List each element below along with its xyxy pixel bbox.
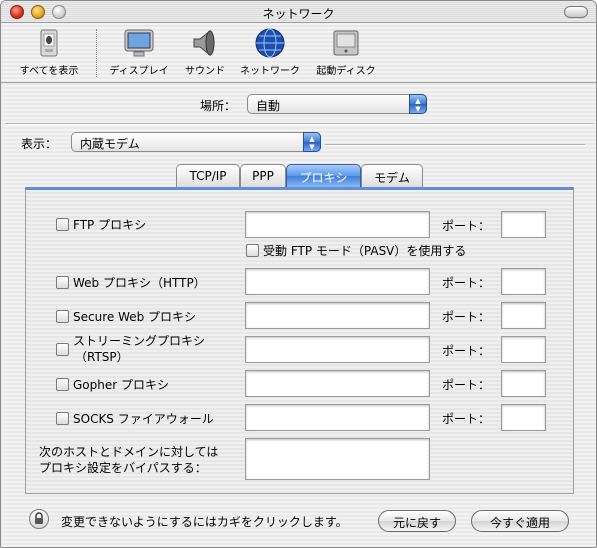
tab-modem[interactable]: モデム (361, 164, 423, 187)
port-label: ポート： (442, 310, 491, 324)
tab-proxies[interactable]: プロキシ (286, 164, 361, 187)
passive-ftp-label: 受動 FTP モード（PASV）を使用する (263, 244, 467, 258)
toolbar-toggle-button[interactable] (564, 6, 588, 18)
streaming-proxy-label-line1: ストリーミングプロキシ (73, 334, 206, 348)
lock-hint-text: 変更できないようにするにはカギをクリックします。 (61, 515, 348, 529)
secure-web-proxy-label: Secure Web プロキシ (73, 310, 197, 324)
toolbar-item-label: サウンド (185, 66, 225, 77)
toolbar-separator (96, 29, 97, 77)
web-proxy-server-field[interactable] (245, 268, 430, 295)
toolbar: すべてを表示 ディスプレイ サウンド ネットワーク 起動ディスク (1, 23, 596, 83)
gopher-proxy-port-field[interactable] (501, 370, 546, 397)
toolbar-item-sound[interactable]: サウンド (179, 27, 231, 77)
separator (325, 144, 585, 146)
bypass-hosts-textarea[interactable] (245, 438, 430, 480)
port-label: ポート： (442, 276, 491, 290)
location-popup-value: 自動 (256, 99, 281, 113)
bypass-label-line1: 次のホストとドメインに対しては (39, 445, 219, 459)
ftp-proxy-checkbox[interactable] (56, 218, 69, 231)
location-label: 場所： (200, 99, 237, 113)
separator (5, 123, 594, 125)
streaming-proxy-checkbox[interactable] (56, 343, 69, 356)
window-title: ネットワーク (262, 7, 335, 21)
passive-ftp-checkbox[interactable] (246, 244, 259, 257)
port-label: ポート： (442, 219, 491, 233)
toolbar-item-display[interactable]: ディスプレイ (101, 27, 177, 77)
toolbar-item-startup-disk[interactable]: 起動ディスク (309, 27, 383, 77)
socks-firewall-checkbox[interactable] (56, 412, 69, 425)
display-icon (122, 27, 156, 59)
port-label: ポート： (442, 412, 491, 426)
ftp-proxy-port-field[interactable] (501, 211, 546, 238)
ftp-proxy-server-field[interactable] (245, 211, 430, 238)
toolbar-item-network[interactable]: ネットワーク (235, 27, 305, 77)
tab-ppp[interactable]: PPP (240, 164, 286, 187)
revert-button[interactable]: 元に戻す (378, 510, 456, 532)
port-label: ポート： (442, 344, 491, 358)
bypass-label-line2: プロキシ設定をバイパスする： (39, 461, 207, 475)
sound-icon (188, 27, 222, 59)
tab-label: PPP (252, 169, 274, 183)
show-all-icon (32, 27, 66, 59)
show-popup-value: 内蔵モデム (80, 137, 140, 151)
streaming-proxy-label-line2: （RTSP） (75, 350, 129, 364)
socks-firewall-port-field[interactable] (501, 404, 546, 431)
toolbar-item-label: ネットワーク (240, 66, 300, 77)
gopher-proxy-server-field[interactable] (245, 370, 430, 397)
secure-web-proxy-checkbox[interactable] (56, 310, 69, 323)
tab-label: TCP/IP (189, 169, 227, 183)
startup-disk-icon (329, 27, 363, 59)
streaming-proxy-port-field[interactable] (501, 336, 546, 363)
web-proxy-label: Web プロキシ（HTTP） (73, 276, 206, 290)
tab-label: プロキシ (299, 171, 348, 185)
network-globe-icon (253, 27, 287, 59)
streaming-proxy-label: ストリーミングプロキシ （RTSP） (73, 333, 205, 365)
toolbar-item-label: ディスプレイ (109, 66, 169, 77)
toolbar-item-label: すべてを表示 (19, 66, 79, 77)
ftp-proxy-label: FTP プロキシ (73, 218, 147, 232)
bypass-label: 次のホストとドメインに対しては プロキシ設定をバイパスする： (39, 444, 218, 476)
popup-arrows-icon: ▲ ▼ (409, 94, 427, 114)
location-popup[interactable]: 自動 ▲ ▼ (247, 94, 427, 114)
network-preferences-window: ネットワーク すべてを表示 ディスプレイ サウンド ネットワーク 起動ディスク … (0, 0, 597, 548)
toolbar-item-show-all[interactable]: すべてを表示 (9, 27, 89, 77)
apply-now-button[interactable]: 今すぐ適用 (471, 510, 569, 532)
title-bar: ネットワーク (1, 1, 596, 23)
secure-web-proxy-server-field[interactable] (245, 302, 430, 329)
web-proxy-checkbox[interactable] (56, 276, 69, 289)
popup-arrows-icon: ▲ ▼ (303, 132, 321, 152)
tab-label: モデム (374, 171, 410, 185)
show-popup[interactable]: 内蔵モデム ▲ ▼ (71, 132, 321, 152)
port-label: ポート： (442, 378, 491, 392)
toolbar-item-label: 起動ディスク (316, 66, 376, 77)
socks-firewall-label: SOCKS ファイアウォール (73, 412, 214, 426)
streaming-proxy-server-field[interactable] (245, 336, 430, 363)
lock-icon (35, 512, 43, 524)
tab-tcpip[interactable]: TCP/IP (176, 164, 240, 187)
web-proxy-port-field[interactable] (501, 268, 546, 295)
show-label: 表示： (21, 137, 58, 151)
lock-button[interactable] (29, 509, 49, 529)
socks-firewall-server-field[interactable] (245, 404, 430, 431)
gopher-proxy-checkbox[interactable] (56, 378, 69, 391)
gopher-proxy-label: Gopher プロキシ (73, 378, 169, 392)
secure-web-proxy-port-field[interactable] (501, 302, 546, 329)
